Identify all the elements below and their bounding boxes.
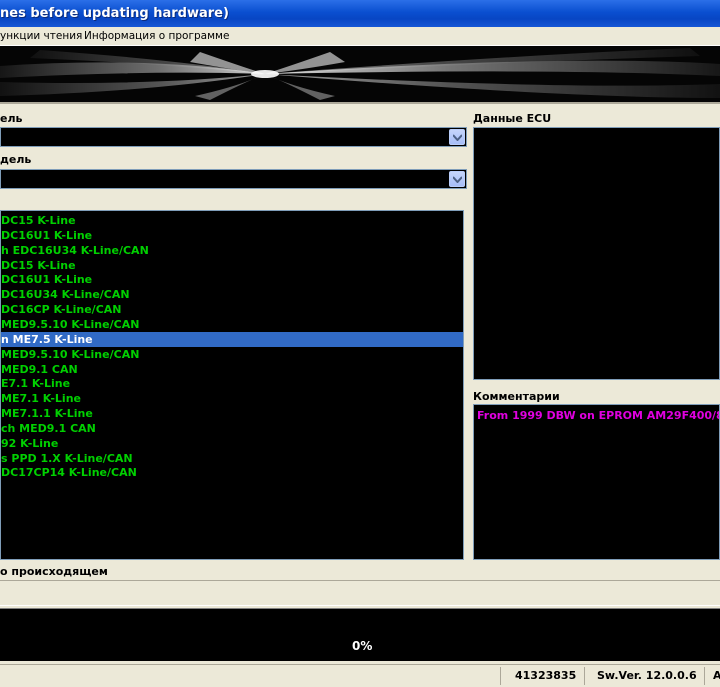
list-item[interactable]: DC16U1 K-Line (1, 272, 463, 287)
list-item[interactable]: DC16U1 K-Line (1, 228, 463, 243)
list-item[interactable]: DC15 K-Line (1, 213, 463, 228)
list-item[interactable]: DC15 K-Line (1, 258, 463, 273)
info-label: о происходящем (0, 565, 108, 578)
list-item[interactable]: h EDC16U34 K-Line/CAN (1, 243, 463, 258)
chevron-down-icon (453, 176, 462, 183)
brand-select[interactable] (0, 127, 467, 147)
list-item[interactable]: ch MED9.1 CAN (1, 421, 463, 436)
list-item[interactable]: 92 K-Line (1, 436, 463, 451)
status-version: Sw.Ver. 12.0.0.6 (584, 667, 702, 685)
ecu-data-panel (473, 127, 720, 380)
model-dropdown-button[interactable] (449, 171, 465, 187)
list-item[interactable]: ME7.1.1 K-Line (1, 406, 463, 421)
brand-dropdown-button[interactable] (449, 129, 465, 145)
list-item[interactable]: DC16CP K-Line/CAN (1, 302, 463, 317)
chevron-down-icon (453, 134, 462, 141)
list-item[interactable]: MED9.1 CAN (1, 362, 463, 377)
comments-panel: From 1999 DBW on EPROM AM29F400/800 if (473, 404, 720, 560)
list-item[interactable]: ME7.1 K-Line (1, 391, 463, 406)
menu-item-about[interactable]: Информация о программе (84, 27, 229, 45)
model-select[interactable] (0, 169, 467, 189)
list-item[interactable]: DC17CP14 K-Line/CAN (1, 465, 463, 480)
list-item[interactable]: MED9.5.10 K-Line/CAN (1, 347, 463, 362)
banner-graphic (0, 46, 720, 102)
comments-label: Комментарии (473, 390, 560, 403)
list-item[interactable]: MED9.5.10 K-Line/CAN (1, 317, 463, 332)
progress-percent: 0% (352, 639, 373, 653)
info-panel (0, 580, 720, 606)
status-extra: A (704, 667, 720, 685)
title-bar[interactable]: nes before updating hardware) (0, 0, 720, 27)
list-item[interactable]: n ME7.5 K-Line (1, 331, 463, 347)
list-item[interactable]: E7.1 K-Line (1, 376, 463, 391)
status-serial: 41323835 (500, 667, 582, 685)
window-title: nes before updating hardware) (0, 6, 229, 21)
progress-bar: 0% (0, 608, 720, 661)
model-label: дель (0, 153, 32, 166)
header-banner (0, 46, 720, 104)
status-bar: 41323835 Sw.Ver. 12.0.0.6 A (0, 664, 720, 687)
ecu-data-label: Данные ECU (473, 112, 552, 125)
list-item[interactable]: DC16U34 K-Line/CAN (1, 287, 463, 302)
ecu-list[interactable]: DC15 K-Line DC16U1 K-Line h EDC16U34 K-Lin… (0, 210, 464, 560)
list-item[interactable]: s PPD 1.X K-Line/CAN (1, 451, 463, 466)
brand-label: ель (0, 112, 23, 125)
menu-item-read-functions[interactable]: ункции чтения (0, 27, 82, 45)
comment-text: From 1999 DBW on EPROM AM29F400/800 if (477, 409, 719, 422)
menu-bar: ункции чтения Информация о программе (0, 27, 720, 46)
